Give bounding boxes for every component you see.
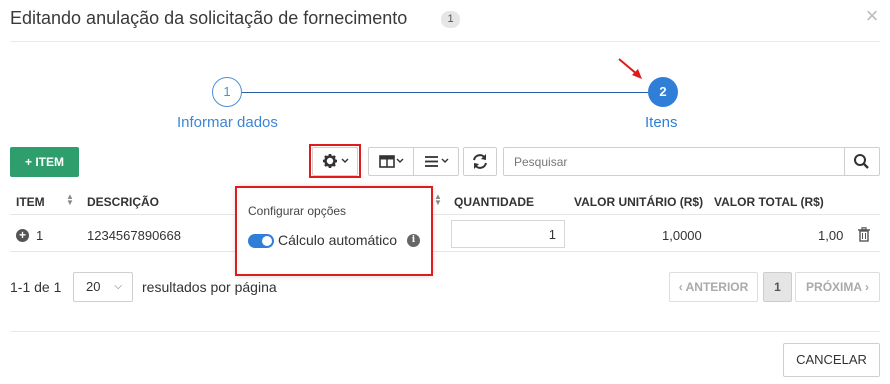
stepper-line (242, 92, 648, 93)
sort-icon[interactable]: ▲ ▼ (66, 193, 74, 207)
columns-icon (379, 155, 404, 168)
step-1-label[interactable]: Informar dados (177, 114, 278, 131)
chevron-left-icon: ‹ (678, 280, 683, 294)
add-item-button[interactable]: + ITEM (10, 147, 79, 177)
sort-icon[interactable]: ▲ ▼ (434, 193, 442, 207)
columns-button[interactable] (368, 147, 414, 176)
refresh-button[interactable] (463, 147, 497, 176)
search-input[interactable] (503, 147, 845, 176)
column-header-item[interactable]: ITEM (16, 195, 45, 209)
page-1-button[interactable]: 1 (763, 272, 792, 302)
list-icon (425, 156, 449, 167)
settings-highlight (309, 144, 361, 178)
step-1-circle[interactable]: 1 (212, 77, 242, 107)
density-button[interactable] (413, 147, 459, 176)
table-header-divider (10, 214, 880, 215)
step-2-label[interactable]: Itens (645, 114, 678, 131)
chevron-down-icon: ⌵ (114, 281, 122, 292)
column-header-valor-total[interactable]: VALOR TOTAL (R$) (714, 195, 824, 209)
footer-divider (10, 331, 880, 332)
refresh-icon (473, 154, 487, 169)
previous-label: ANTERIOR (685, 280, 749, 294)
column-header-quantidade[interactable]: QUANTIDADE (454, 195, 534, 209)
search-icon (854, 154, 869, 169)
close-icon[interactable]: × (860, 4, 884, 28)
cancel-button[interactable]: CANCELAR (783, 343, 880, 377)
next-page-button[interactable]: PRÓXIMA › (795, 272, 880, 302)
table-row-divider (10, 251, 880, 252)
step-2-circle[interactable]: 2 (648, 77, 678, 107)
next-label: PRÓXIMA (806, 280, 862, 294)
annotation-arrow-icon (618, 58, 642, 79)
count-badge: 1 (441, 11, 460, 28)
search-button[interactable] (844, 147, 880, 176)
cell-valor-total: 1,00 (818, 228, 844, 243)
per-page-label: resultados por página (142, 279, 277, 295)
trash-icon[interactable] (857, 227, 871, 242)
page-size-value: 20 (86, 279, 101, 294)
cell-valor-unitario: 1,0000 (662, 228, 702, 243)
pagination-range: 1-1 de 1 (10, 279, 62, 295)
header-divider (10, 41, 880, 42)
page-size-select[interactable]: 20 ⌵ (73, 272, 133, 302)
column-header-descricao[interactable]: DESCRIÇÃO (87, 195, 159, 209)
modal-title: Editando anulação da solicitação de forn… (10, 8, 408, 28)
expand-row-icon[interactable]: + (16, 229, 29, 242)
previous-page-button[interactable]: ‹ ANTERIOR (669, 272, 758, 302)
chevron-right-icon: › (864, 280, 869, 294)
column-header-valor-unitario[interactable]: VALOR UNITÁRIO (R$) (574, 195, 703, 209)
quantity-input[interactable] (451, 220, 565, 248)
popover-highlight (235, 186, 433, 276)
cell-descricao: 1234567890668 (87, 228, 181, 243)
cell-item: 1 (36, 228, 44, 243)
